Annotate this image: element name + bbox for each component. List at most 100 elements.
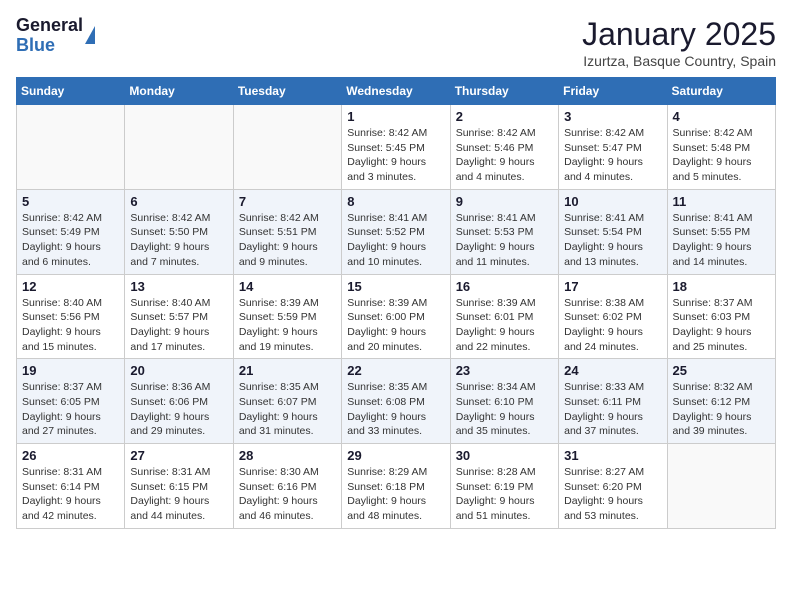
calendar-cell: 19 Sunrise: 8:37 AM Sunset: 6:05 PM Dayli… (17, 359, 125, 444)
calendar-cell (125, 105, 233, 190)
page-header: General Blue January 2025 Izurtza, Basqu… (16, 16, 776, 69)
day-number: 28 (239, 448, 336, 463)
calendar-cell: 29 Sunrise: 8:29 AM Sunset: 6:18 PM Dayli… (342, 444, 450, 529)
day-number: 9 (456, 194, 553, 209)
day-number: 24 (564, 363, 661, 378)
day-number: 3 (564, 109, 661, 124)
day-info: Sunrise: 8:40 AM Sunset: 5:56 PM Dayligh… (22, 296, 119, 355)
day-info: Sunrise: 8:39 AM Sunset: 6:01 PM Dayligh… (456, 296, 553, 355)
calendar-cell: 20 Sunrise: 8:36 AM Sunset: 6:06 PM Dayli… (125, 359, 233, 444)
day-info: Sunrise: 8:42 AM Sunset: 5:51 PM Dayligh… (239, 211, 336, 270)
day-info: Sunrise: 8:39 AM Sunset: 6:00 PM Dayligh… (347, 296, 444, 355)
day-number: 29 (347, 448, 444, 463)
day-number: 19 (22, 363, 119, 378)
calendar-cell: 27Sunrise: 8:31 AM Sunset: 6:15 PM Dayli… (125, 444, 233, 529)
day-info: Sunrise: 8:42 AM Sunset: 5:49 PM Dayligh… (22, 211, 119, 270)
day-info: Sunrise: 8:35 AM Sunset: 6:07 PM Dayligh… (239, 380, 336, 439)
day-info: Sunrise: 8:41 AM Sunset: 5:54 PM Dayligh… (564, 211, 661, 270)
calendar-header-sunday: Sunday (17, 78, 125, 105)
day-info: Sunrise: 8:30 AM Sunset: 6:16 PM Dayligh… (239, 465, 336, 524)
calendar-cell: 3 Sunrise: 8:42 AM Sunset: 5:47 PM Daylig… (559, 105, 667, 190)
calendar-header-friday: Friday (559, 78, 667, 105)
day-info: Sunrise: 8:31 AM Sunset: 6:14 PM Dayligh… (22, 465, 119, 524)
calendar-cell: 30 Sunrise: 8:28 AM Sunset: 6:19 PM Dayli… (450, 444, 558, 529)
day-number: 17 (564, 279, 661, 294)
calendar-cell: 15Sunrise: 8:39 AM Sunset: 6:00 PM Dayli… (342, 274, 450, 359)
day-info: Sunrise: 8:27 AM Sunset: 6:20 PM Dayligh… (564, 465, 661, 524)
calendar-cell: 2Sunrise: 8:42 AM Sunset: 5:46 PM Daylig… (450, 105, 558, 190)
day-info: Sunrise: 8:37 AM Sunset: 6:03 PM Dayligh… (673, 296, 770, 355)
logo-text: General Blue (16, 16, 83, 56)
day-info: Sunrise: 8:42 AM Sunset: 5:48 PM Dayligh… (673, 126, 770, 185)
day-info: Sunrise: 8:42 AM Sunset: 5:46 PM Dayligh… (456, 126, 553, 185)
day-number: 5 (22, 194, 119, 209)
day-info: Sunrise: 8:35 AM Sunset: 6:08 PM Dayligh… (347, 380, 444, 439)
day-number: 7 (239, 194, 336, 209)
day-number: 25 (673, 363, 770, 378)
day-number: 20 (130, 363, 227, 378)
day-info: Sunrise: 8:38 AM Sunset: 6:02 PM Dayligh… (564, 296, 661, 355)
calendar-cell: 6 Sunrise: 8:42 AM Sunset: 5:50 PM Daylig… (125, 189, 233, 274)
day-info: Sunrise: 8:41 AM Sunset: 5:55 PM Dayligh… (673, 211, 770, 270)
day-info: Sunrise: 8:40 AM Sunset: 5:57 PM Dayligh… (130, 296, 227, 355)
calendar-cell: 16 Sunrise: 8:39 AM Sunset: 6:01 PM Dayli… (450, 274, 558, 359)
calendar-cell: 17 Sunrise: 8:38 AM Sunset: 6:02 PM Dayli… (559, 274, 667, 359)
calendar-cell: 18 Sunrise: 8:37 AM Sunset: 6:03 PM Dayli… (667, 274, 775, 359)
day-number: 18 (673, 279, 770, 294)
day-number: 23 (456, 363, 553, 378)
calendar-cell: 31 Sunrise: 8:27 AM Sunset: 6:20 PM Dayli… (559, 444, 667, 529)
day-number: 13 (130, 279, 227, 294)
calendar-title: January 2025 (582, 16, 776, 53)
day-number: 11 (673, 194, 770, 209)
day-number: 10 (564, 194, 661, 209)
calendar-cell: 14Sunrise: 8:39 AM Sunset: 5:59 PM Dayli… (233, 274, 341, 359)
day-info: Sunrise: 8:36 AM Sunset: 6:06 PM Dayligh… (130, 380, 227, 439)
day-number: 22 (347, 363, 444, 378)
day-number: 6 (130, 194, 227, 209)
day-number: 31 (564, 448, 661, 463)
day-info: Sunrise: 8:41 AM Sunset: 5:53 PM Dayligh… (456, 211, 553, 270)
day-info: Sunrise: 8:32 AM Sunset: 6:12 PM Dayligh… (673, 380, 770, 439)
day-info: Sunrise: 8:28 AM Sunset: 6:19 PM Dayligh… (456, 465, 553, 524)
calendar-cell: 7 Sunrise: 8:42 AM Sunset: 5:51 PM Daylig… (233, 189, 341, 274)
calendar-header-wednesday: Wednesday (342, 78, 450, 105)
day-number: 27 (130, 448, 227, 463)
calendar-cell: 12Sunrise: 8:40 AM Sunset: 5:56 PM Dayli… (17, 274, 125, 359)
calendar-cell: 13 Sunrise: 8:40 AM Sunset: 5:57 PM Dayli… (125, 274, 233, 359)
day-info: Sunrise: 8:29 AM Sunset: 6:18 PM Dayligh… (347, 465, 444, 524)
calendar-cell: 1 Sunrise: 8:42 AM Sunset: 5:45 PM Daylig… (342, 105, 450, 190)
calendar-week-2: 5 Sunrise: 8:42 AM Sunset: 5:49 PM Daylig… (17, 189, 776, 274)
calendar-cell: 4 Sunrise: 8:42 AM Sunset: 5:48 PM Daylig… (667, 105, 775, 190)
day-info: Sunrise: 8:37 AM Sunset: 6:05 PM Dayligh… (22, 380, 119, 439)
calendar-cell (17, 105, 125, 190)
day-info: Sunrise: 8:42 AM Sunset: 5:50 PM Dayligh… (130, 211, 227, 270)
day-info: Sunrise: 8:41 AM Sunset: 5:52 PM Dayligh… (347, 211, 444, 270)
calendar-cell: 22 Sunrise: 8:35 AM Sunset: 6:08 PM Dayli… (342, 359, 450, 444)
logo-general: General (16, 16, 83, 36)
calendar-cell (667, 444, 775, 529)
day-number: 21 (239, 363, 336, 378)
day-number: 8 (347, 194, 444, 209)
day-info: Sunrise: 8:42 AM Sunset: 5:47 PM Dayligh… (564, 126, 661, 185)
calendar-header-thursday: Thursday (450, 78, 558, 105)
calendar-cell: 28 Sunrise: 8:30 AM Sunset: 6:16 PM Dayli… (233, 444, 341, 529)
calendar-cell: 25 Sunrise: 8:32 AM Sunset: 6:12 PM Dayli… (667, 359, 775, 444)
calendar-cell: 11 Sunrise: 8:41 AM Sunset: 5:55 PM Dayli… (667, 189, 775, 274)
calendar-week-4: 19 Sunrise: 8:37 AM Sunset: 6:05 PM Dayli… (17, 359, 776, 444)
calendar-cell: 23 Sunrise: 8:34 AM Sunset: 6:10 PM Dayli… (450, 359, 558, 444)
day-number: 1 (347, 109, 444, 124)
day-number: 4 (673, 109, 770, 124)
calendar-week-5: 26Sunrise: 8:31 AM Sunset: 6:14 PM Dayli… (17, 444, 776, 529)
calendar-header-monday: Monday (125, 78, 233, 105)
title-block: January 2025 Izurtza, Basque Country, Sp… (582, 16, 776, 69)
calendar-cell: 26Sunrise: 8:31 AM Sunset: 6:14 PM Dayli… (17, 444, 125, 529)
day-number: 30 (456, 448, 553, 463)
day-info: Sunrise: 8:34 AM Sunset: 6:10 PM Dayligh… (456, 380, 553, 439)
day-info: Sunrise: 8:33 AM Sunset: 6:11 PM Dayligh… (564, 380, 661, 439)
calendar-cell: 9 Sunrise: 8:41 AM Sunset: 5:53 PM Daylig… (450, 189, 558, 274)
day-number: 16 (456, 279, 553, 294)
calendar-cell: 24 Sunrise: 8:33 AM Sunset: 6:11 PM Dayli… (559, 359, 667, 444)
calendar-week-3: 12Sunrise: 8:40 AM Sunset: 5:56 PM Dayli… (17, 274, 776, 359)
day-info: Sunrise: 8:42 AM Sunset: 5:45 PM Dayligh… (347, 126, 444, 185)
calendar-cell: 5 Sunrise: 8:42 AM Sunset: 5:49 PM Daylig… (17, 189, 125, 274)
